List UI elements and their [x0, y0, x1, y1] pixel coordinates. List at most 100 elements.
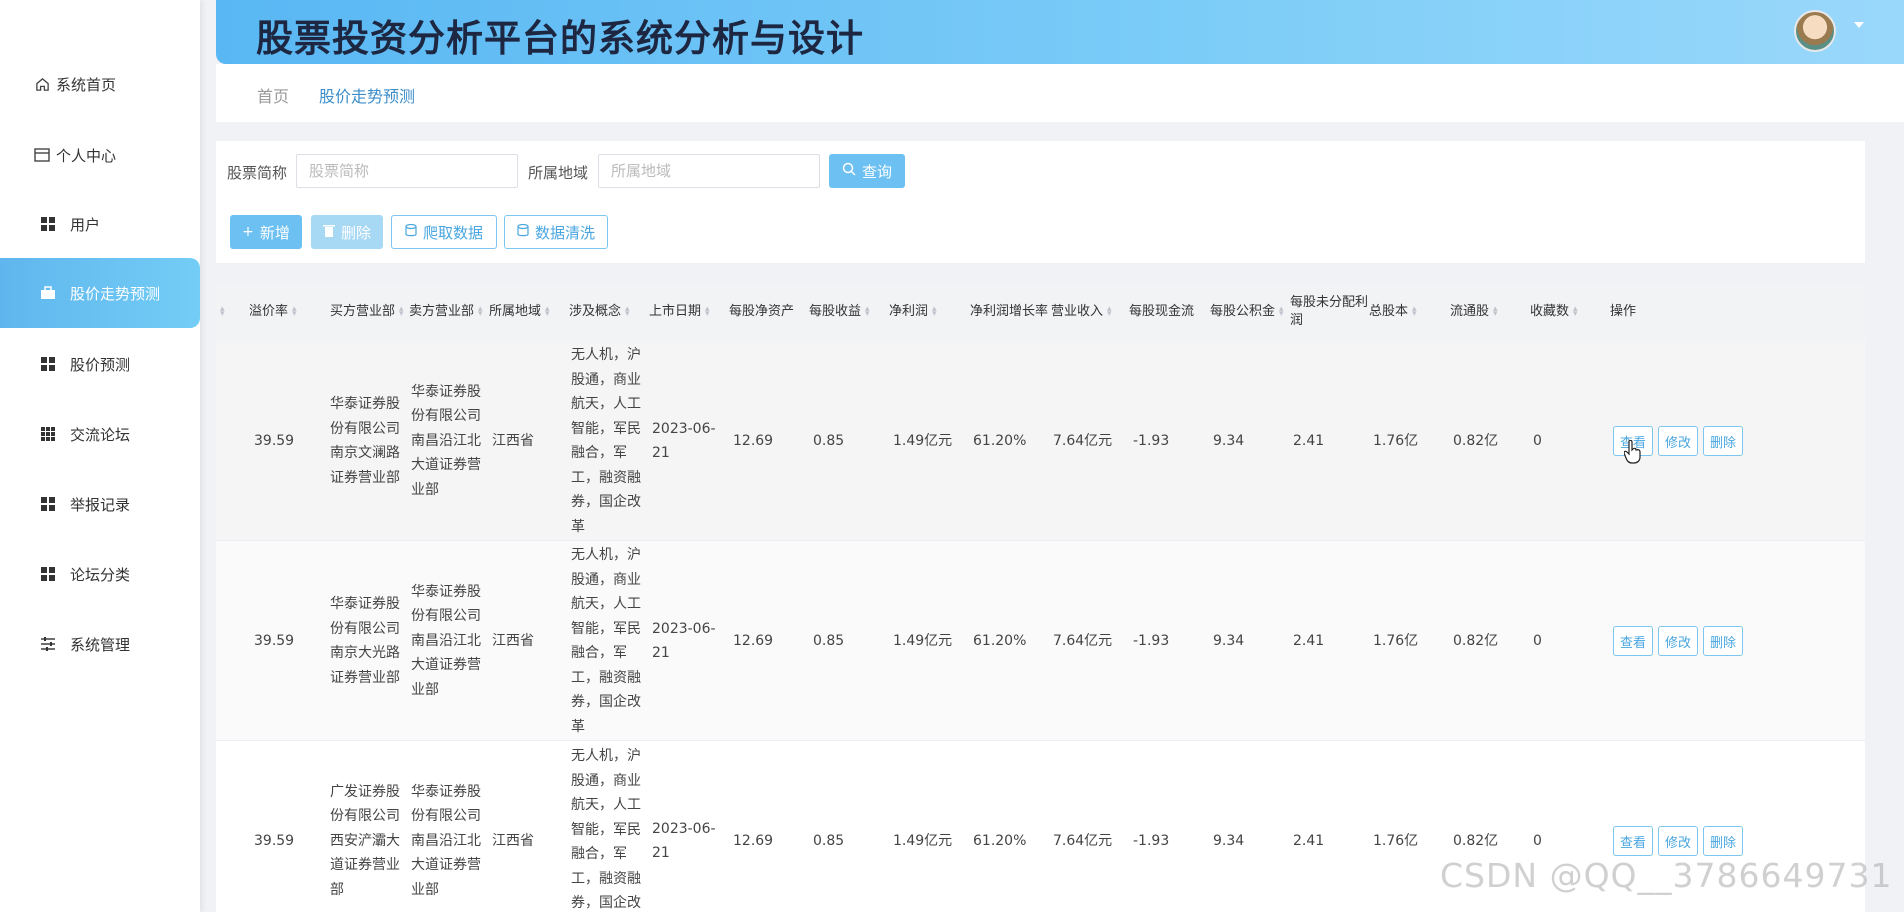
- seller-cell: 华泰证券股份有限公司南昌沿江北大道证券营业部: [411, 383, 481, 498]
- seller-cell: 华泰证券股份有限公司南昌沿江北大道证券营业部: [411, 783, 481, 898]
- search-button[interactable]: 查询: [829, 154, 905, 188]
- sidebar-item-report-records[interactable]: 举报记录: [0, 469, 200, 539]
- add-button[interactable]: + 新增: [230, 215, 302, 249]
- sort-icon: ▴ ▾: [1573, 304, 1578, 319]
- date-cell: 2023-06-21: [652, 820, 716, 862]
- column-header[interactable]: 每股收益 ▴ ▾: [809, 283, 873, 341]
- chevron-down-icon[interactable]: [1854, 22, 1864, 28]
- total-shares-cell: 1.76亿: [1373, 433, 1419, 449]
- column-header[interactable]: 每股公积金 ▴ ▾: [1210, 283, 1287, 341]
- region-input[interactable]: 所属地域: [598, 154, 820, 188]
- view-button[interactable]: 查看: [1613, 826, 1653, 856]
- sidebar-item-home[interactable]: 系统首页: [0, 49, 200, 119]
- profit-cell: 1.49亿元: [893, 833, 953, 849]
- nav-cell: 12.69: [733, 633, 774, 649]
- delete-row-button[interactable]: 删除: [1703, 826, 1743, 856]
- sort-icon: ▴ ▾: [1493, 304, 1498, 319]
- column-header[interactable]: 买方营业部 ▴ ▾: [330, 283, 407, 341]
- sidebar-item-forum-category[interactable]: 论坛分类: [0, 539, 200, 609]
- region-cell: 江西省: [492, 633, 534, 649]
- sort-icon: ▴ ▾: [1279, 304, 1284, 319]
- data-table: ▴ ▾ 溢价率 ▴ ▾ 买方营业部 ▴ ▾ 卖方营业部 ▴ ▾ 所属地域 ▴ ▾ 涉及概念 ▴ ▾ 上…: [216, 283, 1865, 912]
- column-header: 操作: [1610, 304, 1637, 319]
- top-header: 股票投资分析平台的系统分析与设计: [216, 0, 1904, 64]
- clean-data-button[interactable]: 数据清洗: [504, 215, 608, 249]
- database-icon: [405, 223, 417, 241]
- crawl-data-label: 爬取数据: [422, 223, 483, 242]
- delete-row-button[interactable]: 删除: [1703, 426, 1743, 456]
- sort-icon: ▴ ▾: [1412, 304, 1417, 319]
- column-header[interactable]: 所属地域 ▴ ▾: [489, 283, 553, 341]
- stock-name-label: 股票简称: [227, 164, 288, 182]
- column-header[interactable]: 每股未分配利润: [1290, 283, 1370, 341]
- sidebar-item-forum[interactable]: 交流论坛: [0, 399, 200, 469]
- column-header[interactable]: 总股本 ▴ ▾: [1369, 283, 1420, 341]
- view-button[interactable]: 查看: [1613, 626, 1653, 656]
- search-button-label: 查询: [861, 162, 892, 181]
- sidebar-item-label: 个人中心: [56, 146, 117, 165]
- edit-button[interactable]: 修改: [1658, 826, 1698, 856]
- premium-cell: 39.59: [254, 433, 295, 449]
- stock-name-input[interactable]: 股票简称: [296, 154, 518, 188]
- grid-icon: [40, 216, 56, 232]
- column-header[interactable]: 收藏数 ▴ ▾: [1530, 283, 1581, 341]
- concept-cell: 无人机，沪股通，商业航天，人工智能，军民融合，军工，融资融券，国企改革: [571, 347, 641, 535]
- column-header[interactable]: 每股净资产: [729, 283, 794, 341]
- database-icon: [517, 223, 529, 241]
- sidebar-item-stock-prediction[interactable]: 股价预测: [0, 329, 200, 399]
- delete-button[interactable]: 删除: [311, 215, 383, 249]
- edit-button[interactable]: 修改: [1658, 626, 1698, 656]
- seller-cell: 华泰证券股份有限公司南昌沿江北大道证券营业部: [411, 583, 481, 698]
- column-header[interactable]: 卖方营业部 ▴ ▾: [409, 283, 486, 341]
- crawl-data-button[interactable]: 爬取数据: [391, 215, 497, 249]
- column-header[interactable]: 营业收入 ▴ ▾: [1051, 283, 1115, 341]
- region-cell: 江西省: [492, 833, 534, 849]
- column-header[interactable]: 净利润 ▴ ▾: [889, 283, 940, 341]
- region-label: 所属地域: [528, 164, 589, 182]
- revenue-cell: 7.64亿元: [1053, 833, 1113, 849]
- sidebar-item-personal-center[interactable]: 个人中心: [0, 120, 200, 190]
- concept-cell: 无人机，沪股通，商业航天，人工智能，军民融合，军工，融资融券，国企改: [571, 748, 641, 911]
- profit-cell: 1.49亿元: [893, 633, 953, 649]
- breadcrumb: 首页 股价走势预测: [216, 64, 1904, 122]
- revenue-cell: 7.64亿元: [1053, 433, 1113, 449]
- sidebar-item-system-management[interactable]: 系统管理: [0, 609, 200, 679]
- sidebar-item-label: 股价走势预测: [70, 284, 161, 303]
- table-header: ▴ ▾ 溢价率 ▴ ▾ 买方营业部 ▴ ▾ 卖方营业部 ▴ ▾ 所属地域 ▴ ▾ 涉及概念 ▴ ▾ 上…: [216, 283, 1865, 341]
- sort-icon: ▴ ▾: [705, 304, 710, 319]
- plus-icon: +: [242, 224, 254, 240]
- delete-button-label: 删除: [340, 223, 371, 242]
- edit-button[interactable]: 修改: [1658, 426, 1698, 456]
- delete-row-button[interactable]: 删除: [1703, 626, 1743, 656]
- column-header[interactable]: 每股现金流: [1129, 283, 1194, 341]
- undistributed-cell: 2.41: [1293, 633, 1325, 649]
- column-header[interactable]: 上市日期 ▴ ▾: [649, 283, 713, 341]
- column-header[interactable]: 溢价率 ▴ ▾: [249, 283, 300, 341]
- sort-icon: ▴ ▾: [292, 304, 297, 319]
- grid-icon: [40, 356, 56, 372]
- favorites-cell: 0: [1533, 433, 1542, 449]
- sidebar-item-stock-trend-prediction[interactable]: 股价走势预测: [0, 258, 200, 328]
- reserve-cell: 9.34: [1213, 633, 1245, 649]
- sliders-icon: [40, 636, 56, 652]
- sort-icon[interactable]: ▴ ▾: [216, 283, 228, 341]
- concept-cell: 无人机，沪股通，商业航天，人工智能，军民融合，军工，融资融券，国企改革: [571, 547, 641, 735]
- growth-cell: 61.20%: [973, 833, 1027, 849]
- watermark: CSDN @QQ__3786649731: [1440, 856, 1893, 895]
- column-header[interactable]: 流通股 ▴ ▾: [1450, 283, 1501, 341]
- sidebar-item-users[interactable]: 用户: [0, 189, 200, 259]
- eps-cell: 0.85: [813, 633, 845, 649]
- breadcrumb-home[interactable]: 首页: [257, 83, 289, 107]
- buyer-cell: 广发证券股份有限公司西安浐灞大道证券营业部: [330, 783, 400, 898]
- avatar[interactable]: [1794, 10, 1836, 52]
- column-header[interactable]: 净利润增长率: [970, 283, 1048, 341]
- column-header[interactable]: 涉及概念 ▴ ▾: [569, 283, 633, 341]
- buyer-cell: 华泰证券股份有限公司南京大光路证券营业部: [330, 596, 400, 686]
- sort-icon: ▴ ▾: [625, 304, 630, 319]
- sort-icon: ▴ ▾: [399, 304, 404, 319]
- search-panel: 股票简称 股票简称 所属地域 所属地域 查询 + 新增 删除 爬取数据 数据清洗: [216, 141, 1865, 263]
- total-shares-cell: 1.76亿: [1373, 633, 1419, 649]
- sidebar: 系统首页 个人中心 用户 股价走势预测 股价预测 交流论坛 举报记录 论坛分类 …: [0, 0, 200, 912]
- grid-icon: [40, 496, 56, 512]
- sort-icon: ▴ ▾: [545, 304, 550, 319]
